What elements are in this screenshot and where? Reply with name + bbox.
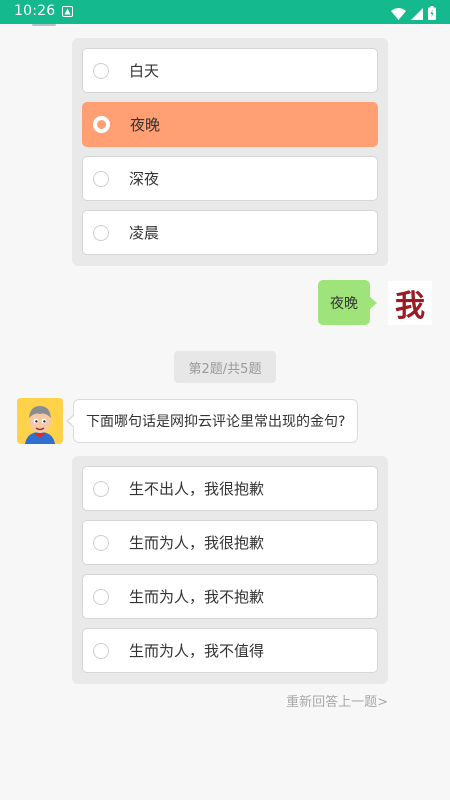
answer-option-2[interactable]: 生而为人，我很抱歉 — [82, 520, 378, 565]
answer-option-4[interactable]: 生而为人，我不值得 — [82, 628, 378, 673]
bot-question-bubble: 下面哪句话是网抑云评论里常出现的金句? — [65, 399, 359, 443]
cartoon-boy-icon — [17, 398, 63, 444]
question-progress: 第2题/共5题 — [174, 351, 276, 383]
option-label: 生而为人，我不抱歉 — [129, 588, 265, 606]
answer-option-3[interactable]: 生而为人，我不抱歉 — [82, 574, 378, 619]
answer-option-1[interactable]: 生不出人，我很抱歉 — [82, 466, 378, 511]
user-avatar: 我 — [388, 280, 432, 325]
status-time: 10:26 — [14, 3, 56, 19]
option-label: 夜晚 — [130, 116, 161, 134]
progress-text: 第2题/共5题 — [188, 361, 262, 377]
app-notification-icon — [62, 6, 73, 17]
option-label: 深夜 — [129, 170, 160, 188]
radio-checked-icon — [93, 116, 110, 133]
radio-icon — [93, 62, 109, 79]
radio-icon — [93, 534, 109, 551]
user-message-text: 夜晚 — [330, 295, 358, 312]
radio-icon — [93, 224, 109, 241]
signal-icon — [411, 5, 423, 24]
option-1[interactable]: 白天 — [82, 48, 378, 93]
battery-icon — [428, 5, 436, 24]
status-bar: 10:26 — [0, 0, 450, 24]
option-label: 生不出人，我很抱歉 — [129, 480, 265, 498]
radio-icon — [93, 480, 109, 497]
radio-icon — [93, 642, 109, 659]
option-4[interactable]: 凌晨 — [82, 210, 378, 255]
option-label: 凌晨 — [129, 224, 160, 242]
wifi-icon — [391, 5, 406, 24]
previous-question-options: 白天 夜晚 深夜 凌晨 — [72, 38, 388, 266]
option-label: 白天 — [129, 62, 160, 80]
scrolled-avatar-edge — [32, 24, 56, 26]
user-message-row: 夜晚 我 — [318, 280, 432, 325]
radio-icon — [93, 588, 109, 605]
user-avatar-text: 我 — [395, 288, 425, 324]
option-3[interactable]: 深夜 — [82, 156, 378, 201]
radio-icon — [93, 170, 109, 187]
option-label: 生而为人，我不值得 — [129, 642, 265, 660]
bot-avatar — [17, 398, 63, 444]
option-2-selected[interactable]: 夜晚 — [82, 102, 378, 147]
current-question-options: 生不出人，我很抱歉 生而为人，我很抱歉 生而为人，我不抱歉 生而为人，我不值得 — [72, 456, 388, 684]
bot-message-row: 下面哪句话是网抑云评论里常出现的金句? — [17, 398, 359, 444]
user-message-bubble: 夜晚 — [318, 280, 377, 325]
question-text: 下面哪句话是网抑云评论里常出现的金句? — [86, 414, 346, 430]
option-label: 生而为人，我很抱歉 — [129, 534, 265, 552]
redo-previous-question-link[interactable]: 重新回答上一题> — [286, 691, 388, 710]
